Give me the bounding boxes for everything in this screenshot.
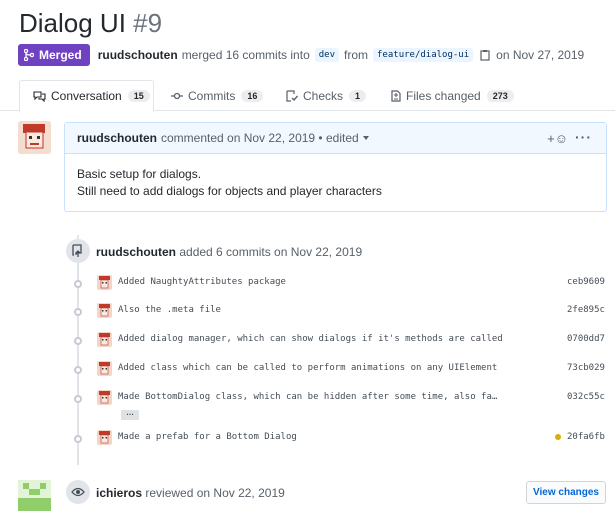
commit-row: Added NaughtyAttributes package ceb9609 [0, 273, 615, 293]
pr-action-text: merged 16 commits into [181, 48, 310, 62]
tab-checks[interactable]: Checks 1 [286, 80, 367, 111]
commit-sha[interactable]: ceb9609 [567, 277, 605, 287]
tab-conversation[interactable]: Conversation 15 [19, 80, 154, 112]
reviewer-avatar[interactable] [18, 480, 51, 511]
author-avatar[interactable] [18, 121, 51, 154]
commit-message[interactable]: Added NaughtyAttributes package [118, 277, 286, 287]
pr-number: #9 [133, 8, 163, 38]
comment-line: Basic setup for dialogs. [77, 167, 202, 181]
commit-message[interactable]: Added class which can be called to perfo… [118, 363, 497, 373]
tab-counter: 273 [486, 89, 514, 102]
pr-tabs: Conversation 15 Commits 16 Checks 1 File… [0, 80, 615, 112]
comment-body: Basic setup for dialogs. Still need to a… [65, 154, 606, 212]
tab-commits[interactable]: Commits 16 [171, 80, 264, 111]
commit-row: Made a prefab for a Bottom Dialog 20fa6f… [0, 428, 615, 448]
checklist-icon [286, 89, 298, 102]
git-merge-icon [24, 49, 34, 61]
commit-avatar[interactable] [97, 430, 112, 445]
tab-label: Commits [188, 88, 236, 103]
merged-badge: Merged [18, 44, 90, 66]
merge-date: on Nov 27, 2019 [496, 48, 585, 62]
commits-event-author[interactable]: ruudschouten [96, 245, 176, 259]
commit-avatar[interactable] [97, 332, 112, 347]
commits-event-header: ruudschouten added 6 commits on Nov 22, … [96, 245, 362, 259]
commit-row: Made BottomDialog class, which can be hi… [0, 388, 615, 408]
commit-avatar[interactable] [97, 390, 112, 405]
commit-avatar[interactable] [97, 303, 112, 318]
clipboard-icon[interactable] [480, 49, 490, 61]
review-event: ichieros reviewed on Nov 22, 2019 [96, 486, 285, 500]
more-options-button[interactable]: ··· [575, 129, 592, 145]
tab-files-changed[interactable]: Files changed 273 [391, 80, 514, 111]
commit-sha[interactable]: 0700dd7 [567, 334, 605, 344]
commit-message[interactable]: Also the .meta file [118, 305, 221, 315]
pr-meta: Merged ruudschouten merged 16 commits in… [18, 44, 584, 66]
commit-message[interactable]: Made BottomDialog class, which can be hi… [118, 392, 497, 402]
commit-message[interactable]: Made a prefab for a Bottom Dialog [118, 432, 297, 442]
pending-status-icon[interactable] [555, 434, 561, 440]
git-commit-icon [171, 91, 183, 101]
chevron-down-icon[interactable] [362, 136, 369, 140]
comment-line: Still need to add dialogs for objects an… [77, 184, 382, 198]
base-branch[interactable]: dev [314, 48, 340, 62]
tab-counter: 1 [349, 89, 367, 102]
merged-label: Merged [39, 48, 82, 62]
commit-sha[interactable]: 73cb029 [567, 363, 605, 373]
head-branch[interactable]: feature/dialog-ui [373, 48, 474, 62]
review-text: reviewed on Nov 22, 2019 [145, 486, 285, 500]
tab-label: Checks [303, 88, 344, 103]
commit-row: Added class which can be called to perfo… [0, 359, 615, 379]
tab-counter: 16 [241, 89, 264, 102]
pr-title-text: Dialog UI [19, 8, 126, 38]
from-text: from [344, 48, 369, 62]
eye-icon [66, 480, 90, 504]
commit-dot-icon [74, 435, 82, 443]
tab-label: Conversation [51, 89, 122, 103]
pr-title: Dialog UI #9 [19, 8, 162, 39]
commit-sha[interactable]: 032c55c [567, 392, 605, 402]
view-changes-button[interactable]: View changes [526, 481, 606, 504]
commit-dot-icon [74, 337, 82, 345]
tab-counter: 15 [127, 90, 150, 102]
comment-discussion-icon [33, 90, 46, 102]
commit-dot-icon [74, 395, 82, 403]
reviewer-name[interactable]: ichieros [96, 486, 142, 500]
comment-header: ruudschouten commented on Nov 22, 2019 •… [65, 123, 606, 154]
commit-avatar[interactable] [97, 275, 112, 290]
commit-message[interactable]: Added dialog manager, which can show dia… [118, 334, 503, 344]
tab-label: Files changed [406, 88, 481, 103]
commit-dot-icon [74, 308, 82, 316]
commit-row: Also the .meta file 2fe895c [0, 301, 615, 321]
commit-dot-icon [74, 280, 82, 288]
add-reaction-button[interactable]: +☺ [547, 131, 568, 146]
expand-commit-button[interactable]: … [121, 409, 139, 420]
pr-comment: ruudschouten commented on Nov 22, 2019 •… [64, 122, 607, 212]
repo-push-icon [66, 239, 90, 263]
commit-sha[interactable]: 20fa6fb [567, 432, 605, 442]
comment-author[interactable]: ruudschouten [77, 131, 157, 145]
pr-author-link[interactable]: ruudschouten [98, 48, 178, 62]
commit-avatar[interactable] [97, 361, 112, 376]
commit-sha[interactable]: 2fe895c [567, 305, 605, 315]
commit-row: Added dialog manager, which can show dia… [0, 330, 615, 350]
file-diff-icon [391, 89, 401, 102]
comment-meta[interactable]: commented on Nov 22, 2019 • edited [161, 131, 359, 145]
commits-event-text: added 6 commits on Nov 22, 2019 [179, 245, 363, 259]
commit-dot-icon [74, 366, 82, 374]
